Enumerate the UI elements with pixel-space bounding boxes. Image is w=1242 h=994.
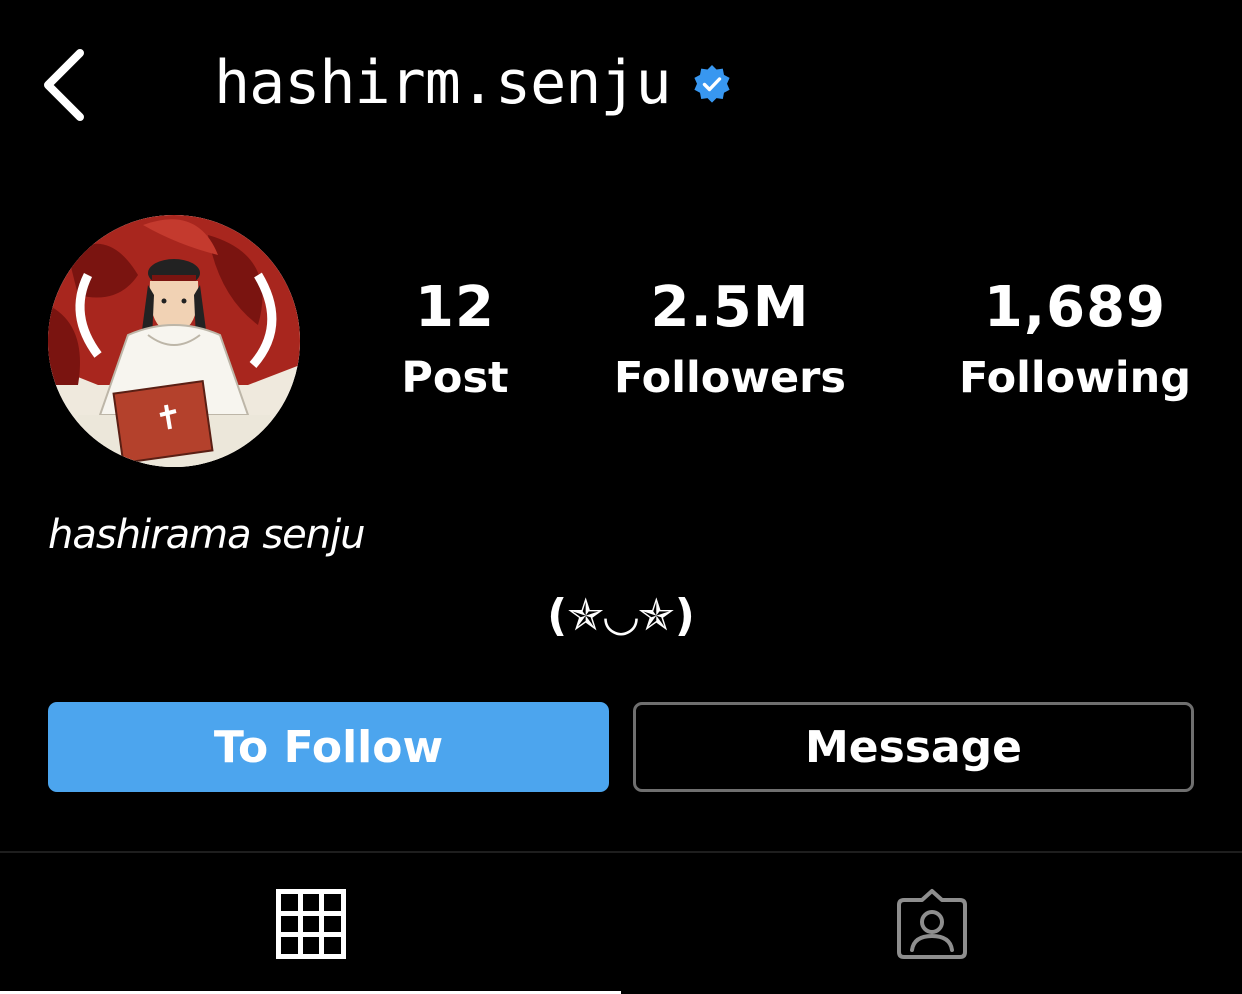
stat-following-label: Following	[958, 353, 1192, 403]
profile-bio: (✯◡✯)	[547, 590, 695, 641]
tab-tagged[interactable]	[621, 853, 1242, 994]
profile-display-name: hashirama senju	[48, 512, 366, 558]
grid-icon	[275, 888, 346, 959]
tagged-person-icon	[896, 888, 967, 959]
stat-following-value: 1,689	[983, 275, 1167, 340]
follow-button[interactable]: To Follow	[48, 702, 609, 792]
avatar-illustration	[48, 215, 300, 467]
message-button[interactable]: Message	[633, 702, 1194, 792]
stat-followers-value: 2.5M	[650, 275, 810, 340]
verified-badge-icon	[694, 65, 730, 103]
tab-posts-grid[interactable]	[0, 853, 621, 994]
back-button[interactable]	[30, 40, 100, 130]
stat-posts-value: 12	[415, 275, 495, 340]
profile-avatar[interactable]	[48, 215, 300, 467]
stat-followers-label: Followers	[614, 353, 846, 403]
stat-posts-label: Post	[401, 353, 509, 403]
stat-following[interactable]: 1,689 Following	[930, 276, 1220, 408]
stat-followers[interactable]: 2.5M Followers	[590, 276, 870, 408]
chevron-left-icon	[44, 49, 84, 121]
profile-header: hashirm.senju	[0, 0, 1242, 170]
profile-username: hashirm.senju	[214, 48, 672, 118]
stat-posts[interactable]: 12 Post	[380, 276, 530, 408]
